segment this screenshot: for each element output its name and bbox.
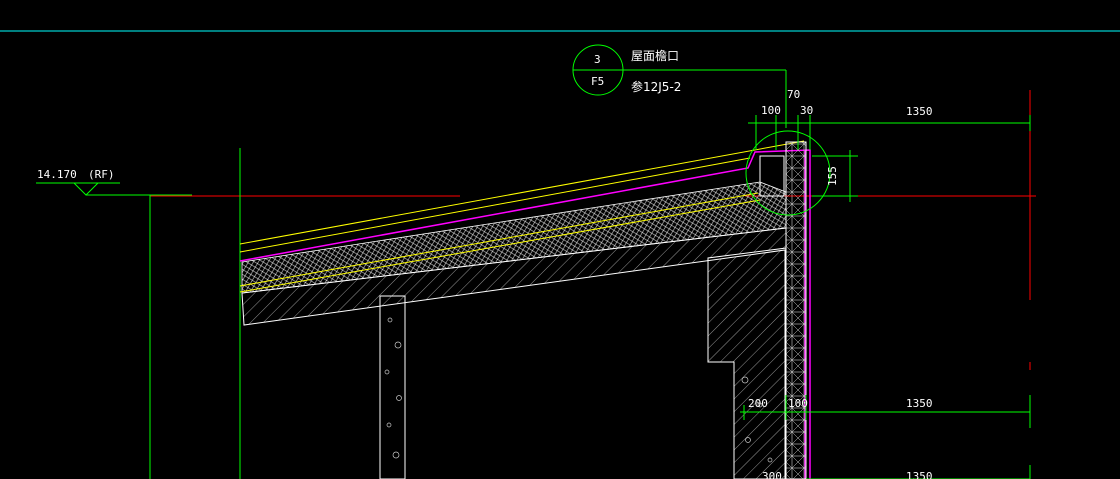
- dimension-bottom-1350: 1350: [906, 470, 933, 479]
- dimension-top-1350: 1350: [906, 105, 933, 118]
- dimension-mid-1350: 1350: [906, 397, 933, 410]
- detail-number: 3: [594, 53, 601, 66]
- dimension-top-70: 70: [787, 88, 800, 101]
- level-mark: 14.170 (RF): [36, 168, 192, 196]
- dimension-eave-155: 155: [826, 166, 839, 186]
- dimension-top-100: 100: [761, 104, 781, 117]
- dimension-top-30: 30: [800, 104, 813, 117]
- dimension-mid-200: 200: [748, 397, 768, 410]
- detail-sheet: F5: [591, 75, 604, 88]
- dimension-bottom-300: 300: [762, 470, 782, 479]
- level-tag-label: (RF): [88, 168, 115, 181]
- detail-title: 屋面檐口: [631, 49, 679, 63]
- interior-column: [379, 295, 406, 479]
- cad-drawing-canvas[interactable]: 14.170 (RF) 3 F5 屋面檐口 参12J5-2 100 70 30 …: [0, 0, 1120, 479]
- detail-reference: 参12J5-2: [631, 79, 681, 94]
- masonry-wall: [785, 141, 807, 479]
- dimension-mid-100: 100: [788, 397, 808, 410]
- level-elevation-label: 14.170: [37, 168, 77, 181]
